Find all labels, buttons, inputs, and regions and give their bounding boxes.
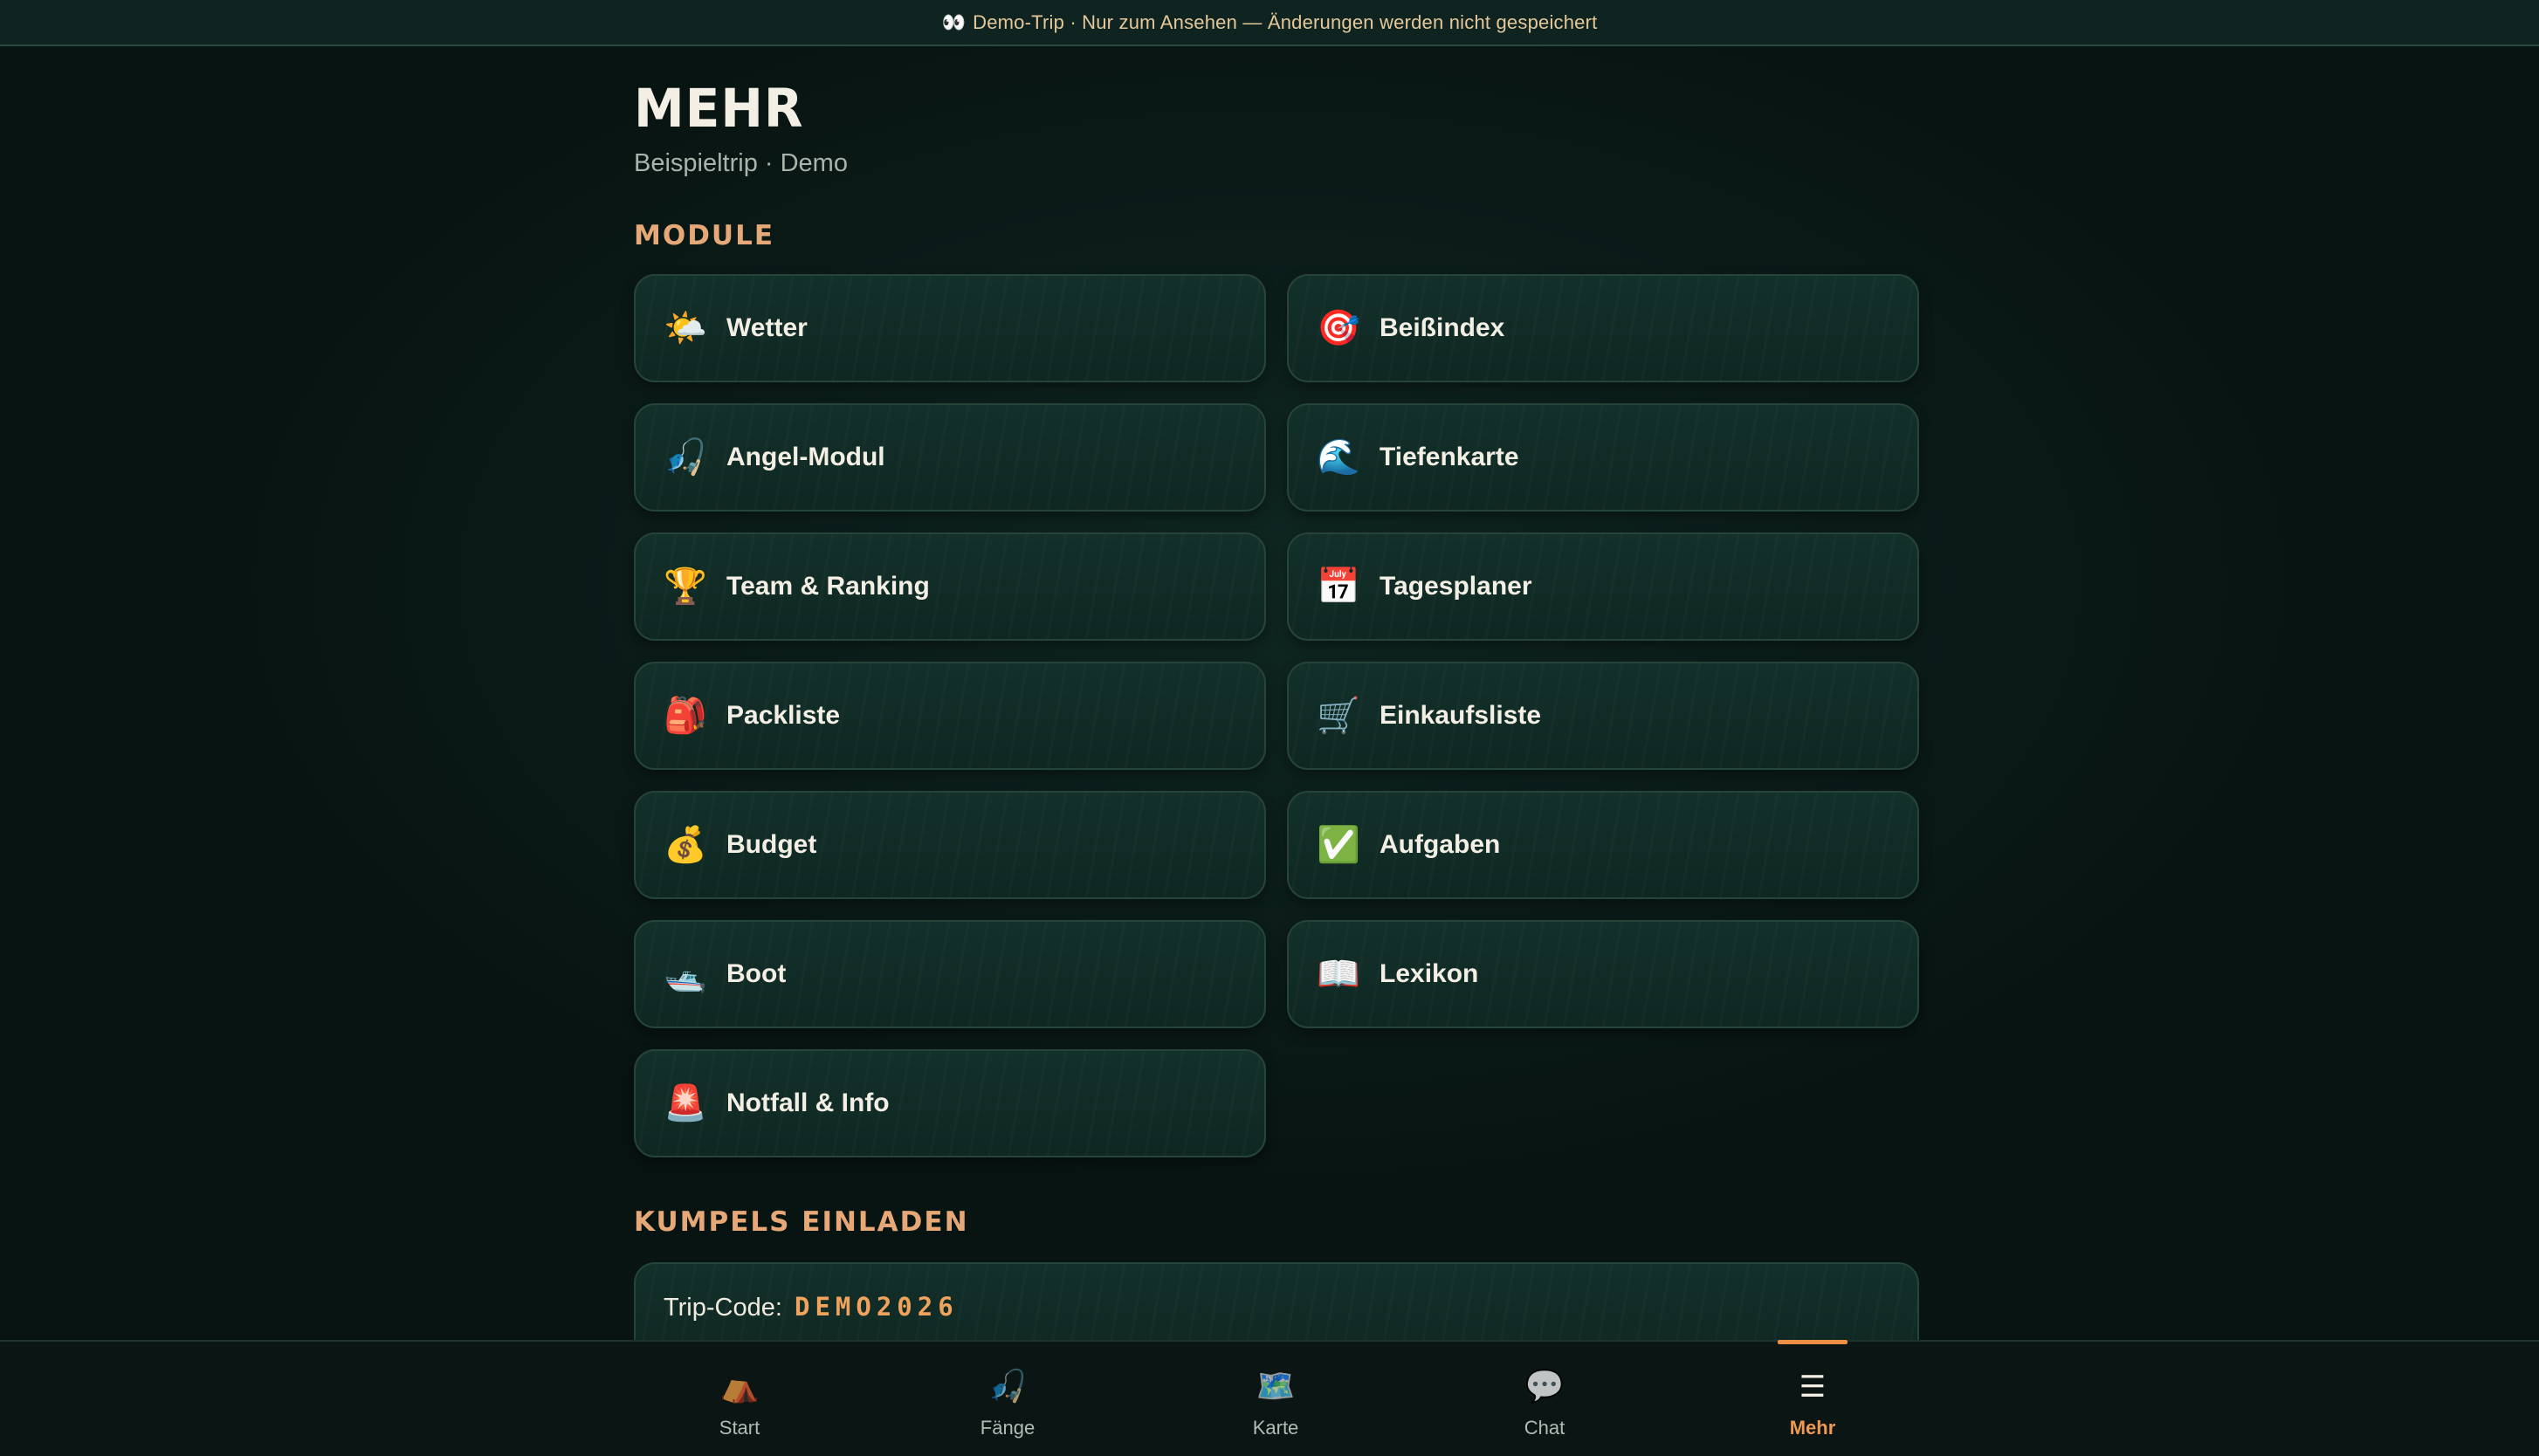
module-label: Beißindex [1380, 313, 1505, 342]
module-label: Tagesplaner [1380, 572, 1532, 601]
bottom-navigation: ⛺ Start 🎣 Fänge 🗺️ Karte 💬 Chat ☰ Mehr [0, 1340, 2539, 1456]
demo-banner: 👀 Demo-Trip · Nur zum Ansehen — Änderung… [0, 0, 2539, 46]
module-label: Einkaufsliste [1380, 701, 1542, 730]
page-subtitle: Beispieltrip · Demo [634, 149, 848, 177]
module-card-boot[interactable]: 🛥️ Boot [634, 920, 1266, 1028]
map-icon: 🗺️ [1256, 1369, 1296, 1404]
check-mark-icon: ✅ [1317, 825, 1360, 865]
module-label: Boot [726, 959, 787, 988]
module-label: Wetter [726, 313, 808, 342]
module-card-wetter[interactable]: 🌤️ Wetter [634, 274, 1266, 382]
siren-icon: 🚨 [664, 1083, 707, 1123]
nav-item-faenge[interactable]: 🎣 Fänge [938, 1342, 1077, 1456]
module-label: Tiefenkarte [1380, 443, 1519, 471]
module-card-lexikon[interactable]: 📖 Lexikon [1287, 920, 1919, 1028]
page-title: MEHR [634, 77, 804, 140]
nav-item-start[interactable]: ⛺ Start [670, 1342, 809, 1456]
module-card-tiefenkarte[interactable]: 🌊 Tiefenkarte [1287, 403, 1919, 512]
trip-code-label: Trip-Code: [664, 1294, 782, 1322]
nav-label: Chat [1524, 1417, 1565, 1439]
module-label: Team & Ranking [726, 572, 930, 601]
module-card-tagesplaner[interactable]: 📅 Tagesplaner [1287, 532, 1919, 641]
hamburger-menu-icon: ☰ [1799, 1370, 1827, 1404]
target-icon: 🎯 [1317, 308, 1360, 348]
shopping-cart-icon: 🛒 [1317, 696, 1360, 736]
module-card-packliste[interactable]: 🎒 Packliste [634, 662, 1266, 770]
fishing-rod-icon: 🎣 [987, 1369, 1028, 1404]
module-card-aufgaben[interactable]: ✅ Aufgaben [1287, 791, 1919, 899]
module-card-einkaufsliste[interactable]: 🛒 Einkaufsliste [1287, 662, 1919, 770]
backpack-icon: 🎒 [664, 696, 707, 736]
fishing-rod-icon: 🎣 [664, 437, 707, 477]
module-card-notfall-info[interactable]: 🚨 Notfall & Info [634, 1049, 1266, 1157]
invite-section-title: KUMPELS EINLADEN [634, 1206, 969, 1238]
module-label: Notfall & Info [726, 1089, 890, 1117]
main-content: MEHR Beispieltrip · Demo MODULE 🌤️ Wette… [634, 46, 1919, 1358]
module-card-beissindex[interactable]: 🎯 Beißindex [1287, 274, 1919, 382]
nav-item-chat[interactable]: 💬 Chat [1475, 1342, 1614, 1456]
money-bag-icon: 💰 [664, 825, 707, 865]
module-grid: 🌤️ Wetter 🎯 Beißindex 🎣 Angel-Modul 🌊 Ti… [634, 274, 1919, 1157]
tent-icon: ⛺ [719, 1369, 760, 1404]
module-card-angel-modul[interactable]: 🎣 Angel-Modul [634, 403, 1266, 512]
module-label: Budget [726, 830, 817, 859]
nav-item-karte[interactable]: 🗺️ Karte [1206, 1342, 1345, 1456]
modules-section-title: MODULE [634, 220, 775, 251]
trip-code-value[interactable]: DEMO2026 [795, 1292, 959, 1322]
calendar-icon: 📅 [1317, 567, 1360, 607]
sun-behind-cloud-icon: 🌤️ [664, 308, 707, 348]
module-card-budget[interactable]: 💰 Budget [634, 791, 1266, 899]
nav-item-mehr[interactable]: ☰ Mehr [1743, 1340, 1882, 1456]
module-label: Aufgaben [1380, 830, 1501, 859]
demo-banner-text: Demo-Trip · Nur zum Ansehen — Änderungen… [973, 10, 1598, 33]
speech-bubble-icon: 💬 [1524, 1369, 1565, 1404]
book-icon: 📖 [1317, 954, 1360, 994]
module-card-team-ranking[interactable]: 🏆 Team & Ranking [634, 532, 1266, 641]
module-label: Packliste [726, 701, 841, 730]
nav-label: Start [719, 1417, 760, 1439]
wave-icon: 🌊 [1317, 437, 1360, 477]
nav-label: Karte [1252, 1417, 1299, 1439]
eyes-icon: 👀 [941, 10, 967, 33]
trophy-icon: 🏆 [664, 567, 707, 607]
nav-label: Mehr [1789, 1417, 1836, 1439]
module-label: Angel-Modul [726, 443, 885, 471]
nav-label: Fänge [980, 1417, 1036, 1439]
module-label: Lexikon [1380, 959, 1479, 988]
boat-icon: 🛥️ [664, 954, 707, 994]
